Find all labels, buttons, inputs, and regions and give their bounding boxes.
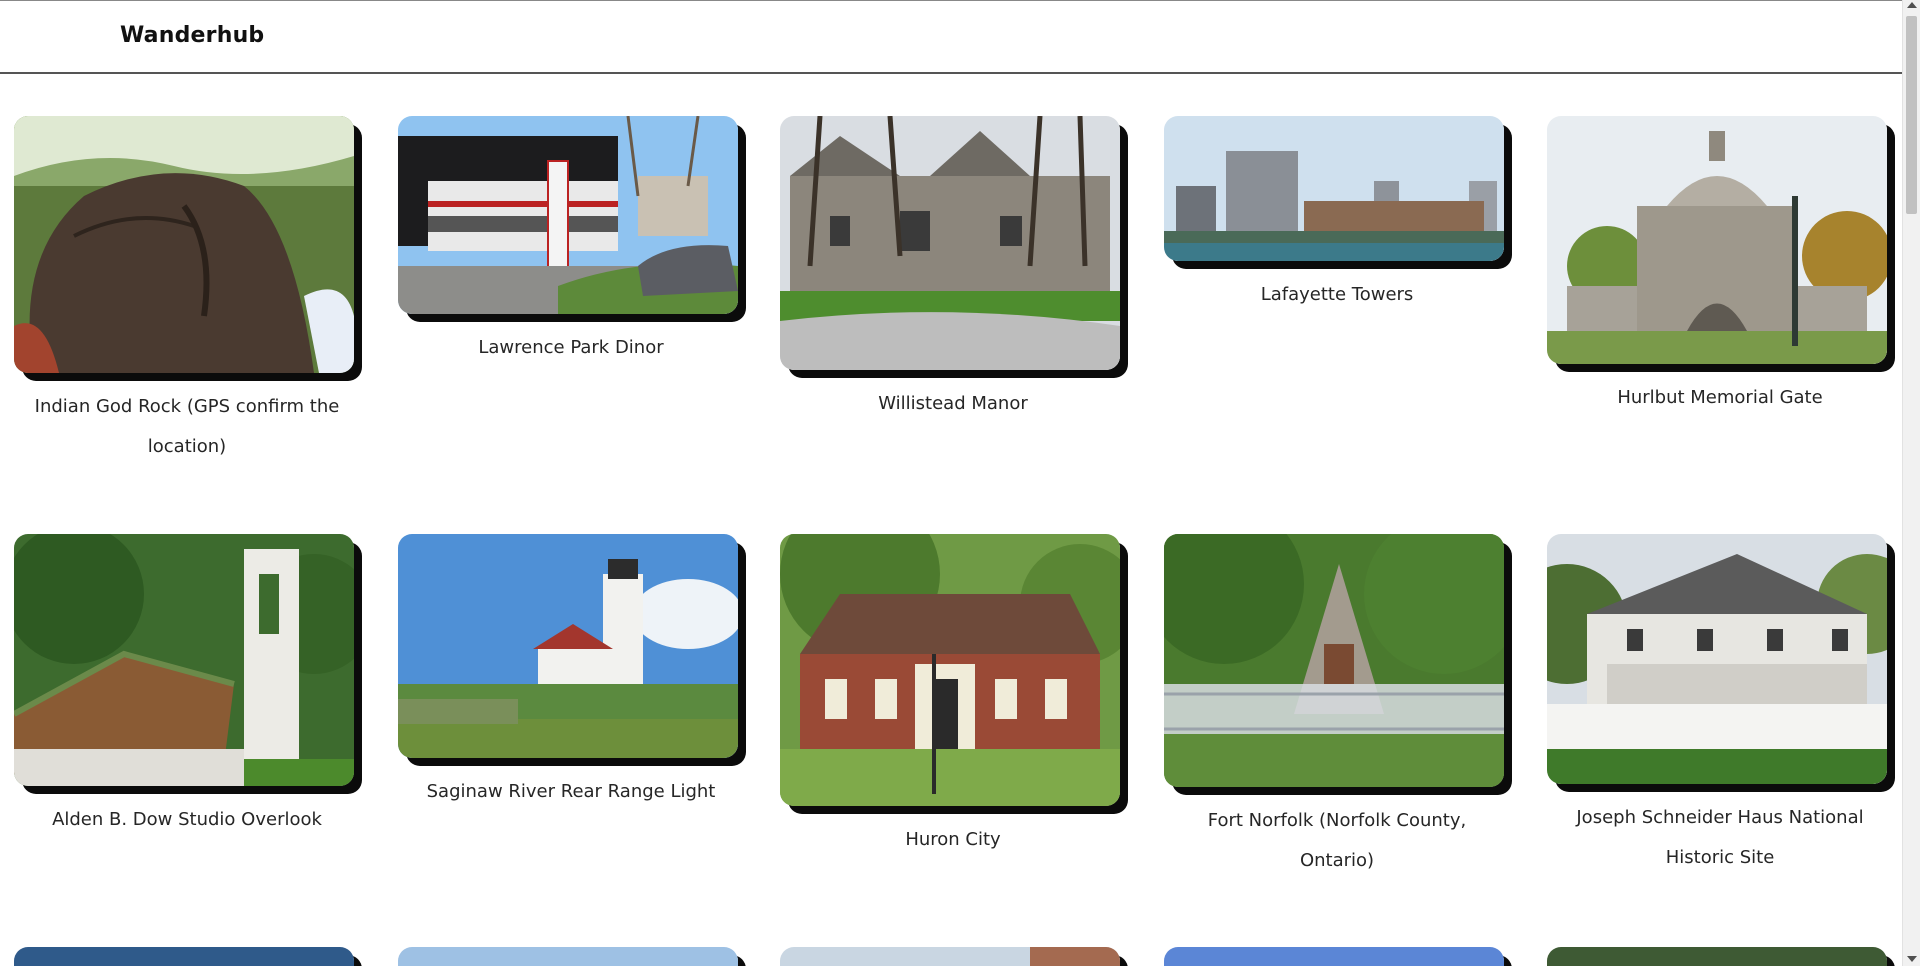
place-name[interactable]: Indian God Rock (GPS confirm the locatio… <box>14 387 360 467</box>
place-photo-fort-norfolk[interactable] <box>1164 534 1504 787</box>
place-photo[interactable] <box>1164 947 1504 966</box>
place-card[interactable]: Joseph Schneider Haus National Historic … <box>1547 534 1893 878</box>
place-name[interactable]: Alden B. Dow Studio Overlook <box>14 800 360 840</box>
place-photo-joseph-schneider-haus[interactable] <box>1547 534 1887 784</box>
place-card[interactable] <box>398 947 744 966</box>
place-photo-indian-god-rock[interactable] <box>14 116 354 373</box>
brand-logo[interactable]: Wanderhub <box>120 23 264 48</box>
place-name[interactable]: Willistead Manor <box>780 384 1126 424</box>
place-card[interactable]: Lafayette Towers <box>1164 116 1510 315</box>
place-card[interactable] <box>1164 947 1510 966</box>
place-photo-willistead-manor[interactable] <box>780 116 1120 370</box>
place-name[interactable]: Joseph Schneider Haus National Historic … <box>1547 798 1893 878</box>
place-photo-hurlbut-memorial-gate[interactable] <box>1547 116 1887 364</box>
place-photo-saginaw-rear-range-light[interactable] <box>398 534 738 758</box>
place-photo[interactable] <box>14 947 354 966</box>
place-name[interactable]: Fort Norfolk (Norfolk County, Ontario) <box>1164 801 1510 881</box>
scroll-up-arrow-icon[interactable] <box>1907 2 1917 8</box>
scrollbar-thumb[interactable] <box>1906 16 1917 214</box>
place-card[interactable]: Huron City <box>780 534 1126 860</box>
place-card[interactable] <box>14 947 360 966</box>
scroll-down-arrow-icon[interactable] <box>1907 956 1917 962</box>
place-name[interactable]: Huron City <box>780 820 1126 860</box>
place-name[interactable]: Hurlbut Memorial Gate <box>1547 378 1893 418</box>
place-card[interactable]: Lawrence Park Dinor <box>398 116 744 368</box>
place-card[interactable]: Saginaw River Rear Range Light <box>398 534 744 812</box>
place-card[interactable]: Alden B. Dow Studio Overlook <box>14 534 360 840</box>
place-card[interactable]: Fort Norfolk (Norfolk County, Ontario) <box>1164 534 1510 881</box>
place-photo-lawrence-park-dinor[interactable] <box>398 116 738 314</box>
place-name[interactable]: Lawrence Park Dinor <box>398 328 744 368</box>
place-photo[interactable] <box>1547 947 1887 966</box>
place-name[interactable]: Lafayette Towers <box>1164 275 1510 315</box>
place-card[interactable]: Willistead Manor <box>780 116 1126 424</box>
place-photo[interactable] <box>398 947 738 966</box>
place-card[interactable] <box>780 947 1126 966</box>
place-card[interactable]: Indian God Rock (GPS confirm the locatio… <box>14 116 360 467</box>
place-photo-huron-city[interactable] <box>780 534 1120 806</box>
place-card[interactable] <box>1547 947 1893 966</box>
place-name[interactable]: Saginaw River Rear Range Light <box>398 772 744 812</box>
top-nav-bar: Wanderhub <box>0 0 1902 74</box>
page-scrollbar[interactable] <box>1902 0 1920 966</box>
place-photo[interactable] <box>780 947 1120 966</box>
place-photo-lafayette-towers[interactable] <box>1164 116 1504 261</box>
place-photo-alden-dow-studio[interactable] <box>14 534 354 786</box>
place-card[interactable]: Hurlbut Memorial Gate <box>1547 116 1893 418</box>
